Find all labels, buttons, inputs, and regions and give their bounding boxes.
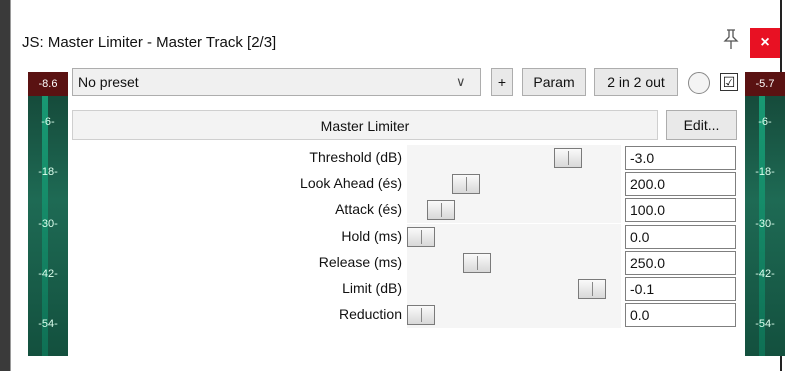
meter-scale-label: -6- — [41, 116, 55, 128]
parameter-label: Limit (dB) — [342, 280, 402, 296]
parameter-slider[interactable] — [407, 276, 621, 302]
parameter-label: Release (ms) — [318, 253, 402, 270]
param-button[interactable]: Param — [522, 68, 586, 96]
parameter-row: Look Ahead (és) 200.0 — [0, 171, 788, 198]
parameter-row: Reduction 0.0 — [0, 302, 788, 329]
slider-thumb[interactable] — [427, 200, 456, 221]
pin-icon[interactable] — [721, 28, 741, 50]
slider-thumb[interactable] — [578, 279, 607, 299]
parameter-slider[interactable] — [407, 171, 621, 198]
parameter-label: Reduction — [338, 306, 402, 323]
edit-button[interactable]: Edit... — [666, 110, 737, 140]
chevron-down-icon: ∨ — [456, 74, 466, 89]
parameter-row: Release (ms) 250.0 — [0, 249, 788, 276]
parameter-value-field[interactable]: 0.0 — [625, 303, 736, 328]
close-button[interactable]: × — [750, 28, 780, 58]
parameter-slider[interactable] — [407, 223, 621, 250]
parameter-slider[interactable] — [407, 249, 621, 276]
parameter-label: Threshold (dB) — [309, 149, 402, 165]
parameter-label: Hold (ms) — [341, 227, 402, 244]
parameter-slider[interactable] — [407, 197, 621, 224]
slider-thumb[interactable] — [407, 226, 435, 247]
parameter-row: Hold (ms) 0.0 — [0, 223, 788, 250]
window-title: JS: Master Limiter - Master Track [2/3] — [22, 34, 277, 51]
parameter-row: Threshold (dB) -3.0 — [0, 145, 788, 171]
slider-thumb[interactable] — [462, 252, 491, 273]
wet-dry-knob[interactable] — [688, 72, 710, 94]
plugin-name: Master Limiter — [320, 118, 410, 134]
parameter-value-field[interactable]: -0.1 — [625, 277, 736, 301]
right-peak-readout[interactable]: -5.7 — [745, 72, 785, 96]
preset-value: No preset — [78, 74, 139, 90]
parameter-label: Look Ahead (és) — [300, 175, 402, 192]
parameter-value-field[interactable]: 250.0 — [625, 250, 736, 275]
enable-checkbox[interactable]: ☑ — [720, 73, 738, 91]
parameter-slider[interactable] — [407, 145, 621, 171]
parameter-label: Attack (és) — [335, 201, 402, 218]
left-peak-readout[interactable]: -8.6 — [28, 72, 68, 96]
parameter-value-field[interactable]: -3.0 — [625, 146, 736, 170]
slider-thumb[interactable] — [451, 174, 480, 195]
parameter-value-field[interactable]: 100.0 — [625, 198, 736, 223]
parameter-row: Attack (és) 100.0 — [0, 197, 788, 224]
slider-thumb[interactable] — [407, 305, 435, 326]
io-routing-button[interactable]: 2 in 2 out — [594, 68, 678, 96]
parameter-value-field[interactable]: 200.0 — [625, 172, 736, 197]
parameter-value-field[interactable]: 0.0 — [625, 224, 736, 249]
parameter-row: Limit (dB) -0.1 — [0, 276, 788, 302]
slider-thumb[interactable] — [553, 148, 582, 168]
preset-menu-button[interactable]: + — [491, 68, 513, 96]
meter-scale-label: -6- — [758, 116, 772, 128]
parameter-slider[interactable] — [407, 302, 621, 329]
